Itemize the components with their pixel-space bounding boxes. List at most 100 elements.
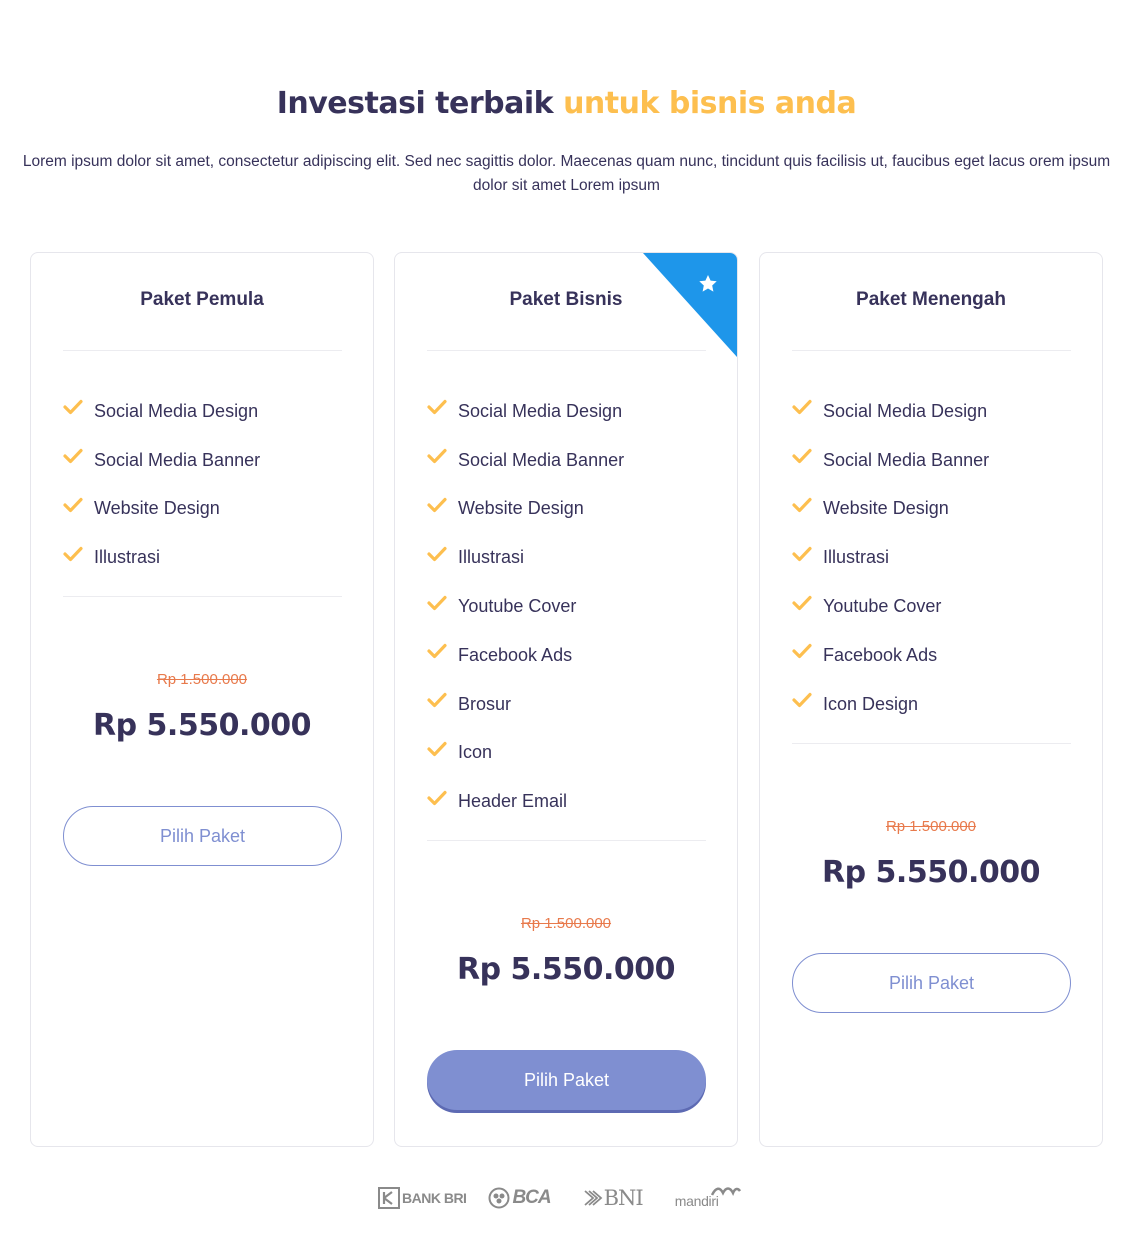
- check-icon: [792, 497, 812, 513]
- plan-name: Paket Bisnis: [509, 289, 623, 310]
- check-icon: [427, 400, 447, 415]
- bank-bca-text: BCA: [512, 1187, 551, 1208]
- feature-item: Website Design: [792, 485, 989, 534]
- feature-item: Illustrasi: [427, 533, 624, 582]
- feature-label: Illustrasi: [94, 547, 161, 568]
- feature-label: Brosur: [458, 693, 512, 714]
- feature-item: Icon Design: [792, 680, 989, 729]
- feature-item: Brosur: [427, 680, 624, 729]
- choose-plan-button[interactable]: Pilih Paket: [427, 1050, 706, 1110]
- old-price: Rp 1.500.000: [156, 671, 248, 688]
- feature-label: Illustrasi: [823, 547, 890, 568]
- feature-list: Social Media Design Social Media Banner We…: [63, 387, 260, 582]
- feature-list: Social Media Design Social Media Banner We…: [792, 387, 989, 729]
- feature-item: Social Media Banner: [427, 436, 624, 485]
- feature-item: Social Media Design: [427, 387, 624, 436]
- feature-item: Illustrasi: [792, 533, 989, 582]
- feature-label: Youtube Cover: [458, 596, 577, 617]
- feature-label: Social Media Design: [94, 400, 259, 421]
- feature-label: Facebook Ads: [458, 644, 573, 665]
- check-icon: [63, 449, 83, 464]
- check-icon: [792, 400, 812, 415]
- pricing-card-pemula: Paket Pemula Social Media Design Social M…: [30, 252, 374, 1147]
- feature-item: Icon: [427, 729, 624, 778]
- check-icon: [63, 400, 83, 415]
- feature-item: Facebook Ads: [427, 631, 624, 680]
- feature-item: Social Media Banner: [63, 436, 260, 485]
- bank-bri-text: BANK BRI: [402, 1190, 467, 1206]
- old-price: Rp 1.500.000: [520, 915, 612, 932]
- bank-bni-text: BNI: [603, 1186, 644, 1210]
- check-icon: [792, 595, 812, 610]
- feature-label: Illustrasi: [458, 547, 525, 568]
- plan-name: Paket Pemula: [140, 289, 264, 310]
- old-price: Rp 1.500.000: [885, 818, 977, 835]
- divider: [427, 350, 706, 351]
- feature-label: Website Design: [94, 498, 220, 519]
- choose-plan-button[interactable]: Pilih Paket: [792, 953, 1071, 1013]
- feature-item: Social Media Design: [792, 387, 989, 436]
- feature-label: Social Media Design: [458, 400, 623, 421]
- feature-item: Illustrasi: [63, 533, 260, 582]
- feature-label: Website Design: [458, 498, 584, 519]
- feature-label: Website Design: [823, 498, 949, 519]
- choose-plan-button[interactable]: Pilih Paket: [63, 806, 342, 866]
- feature-item: Social Media Banner: [792, 436, 989, 485]
- title-main: Investasi terbaik: [276, 86, 564, 121]
- divider: [792, 350, 1071, 351]
- check-icon: [792, 693, 812, 708]
- check-icon: [427, 741, 447, 757]
- bank-bni-logo: BNI: [584, 1186, 644, 1210]
- bri-icon: [378, 1187, 400, 1209]
- feature-label: Social Media Banner: [94, 449, 261, 470]
- payment-logos: BANK BRI BCA BNI mandiri: [378, 1184, 741, 1212]
- check-icon: [427, 595, 447, 610]
- bca-icon: [488, 1187, 510, 1209]
- page-title: Investasi terbaik untuk bisnis anda: [0, 86, 1133, 121]
- check-icon: [427, 790, 447, 805]
- divider: [63, 596, 342, 597]
- feature-label: Social Media Banner: [458, 449, 625, 470]
- divider: [63, 350, 342, 351]
- feature-label: Icon: [458, 742, 493, 763]
- feature-item: Website Design: [63, 485, 260, 534]
- feature-label: Social Media Design: [823, 400, 988, 421]
- title-accent: untuk bisnis anda: [563, 86, 857, 121]
- check-icon: [427, 644, 447, 659]
- bni-icon: [584, 1190, 602, 1206]
- price: Rp 5.550.000: [822, 855, 1040, 890]
- feature-item: Youtube Cover: [792, 582, 989, 631]
- bank-bri-logo: BANK BRI: [378, 1187, 467, 1209]
- divider: [792, 743, 1071, 744]
- feature-label: Icon Design: [823, 693, 919, 714]
- pricing-card-bisnis: Paket Bisnis Social Media Design Social M…: [394, 252, 738, 1147]
- check-icon: [792, 546, 812, 561]
- check-icon: [427, 693, 447, 708]
- check-icon: [427, 546, 447, 561]
- feature-item: Social Media Design: [63, 387, 260, 436]
- feature-item: Youtube Cover: [427, 582, 624, 631]
- check-icon: [427, 497, 447, 513]
- feature-label: Header Email: [458, 791, 568, 812]
- pricing-card-menengah: Paket Menengah Social Media Design Social…: [759, 252, 1103, 1147]
- check-icon: [427, 449, 447, 464]
- check-icon: [792, 644, 812, 659]
- feature-label: Facebook Ads: [823, 644, 938, 665]
- check-icon: [63, 497, 83, 513]
- page-subtitle: Lorem ipsum dolor sit amet, consectetur …: [22, 153, 1111, 194]
- feature-item: Website Design: [427, 485, 624, 534]
- mandiri-wave-icon: [710, 1187, 741, 1197]
- price: Rp 5.550.000: [457, 952, 675, 987]
- feature-label: Social Media Banner: [823, 449, 990, 470]
- divider: [427, 840, 706, 841]
- bank-mandiri-logo: mandiri: [675, 1187, 741, 1209]
- check-icon: [792, 449, 812, 464]
- feature-list: Social Media Design Social Media Banner We…: [427, 387, 624, 826]
- feature-item: Header Email: [427, 777, 624, 826]
- plan-name: Paket Menengah: [856, 289, 1006, 310]
- bank-bca-logo: BCA: [488, 1187, 552, 1209]
- feature-item: Facebook Ads: [792, 631, 989, 680]
- price: Rp 5.550.000: [93, 708, 311, 743]
- check-icon: [63, 546, 83, 561]
- feature-label: Youtube Cover: [823, 596, 942, 617]
